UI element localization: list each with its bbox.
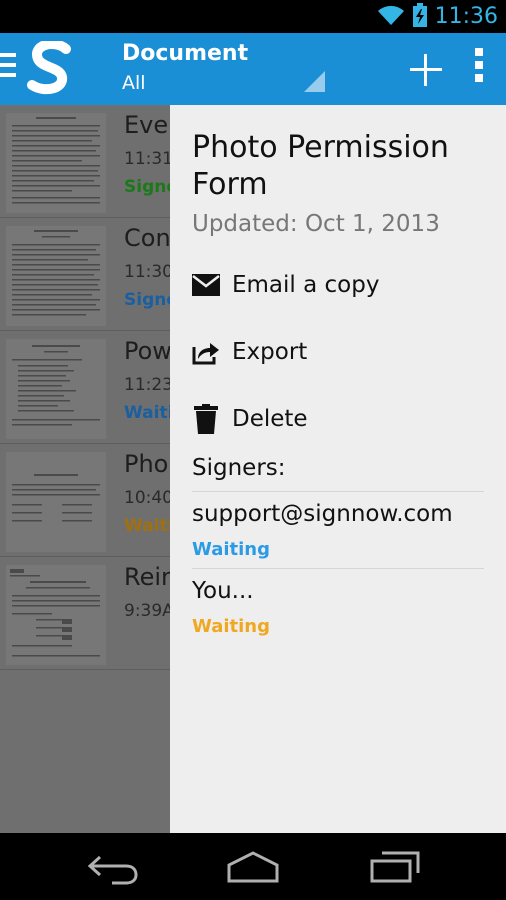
screen-title[interactable]: Document <box>122 41 248 66</box>
list-item[interactable]: Con 11:30 Signe <box>0 218 170 331</box>
document-time: 9:39A <box>124 601 170 621</box>
status-icons: 11:36 <box>377 0 498 33</box>
document-list: Even 11:31 Signe Con 11:30 Signe <box>0 105 170 833</box>
trash-icon <box>192 404 220 434</box>
document-thumbnail <box>6 452 106 552</box>
list-item[interactable]: Even 11:31 Signe <box>0 105 170 218</box>
email-copy-button[interactable]: Email a copy <box>192 265 379 305</box>
signnow-logo[interactable] <box>26 39 76 97</box>
document-thumbnail <box>6 339 106 439</box>
email-icon <box>192 271 220 299</box>
divider <box>192 568 484 569</box>
document-status: Waitin <box>124 516 170 536</box>
document-name: Pho <box>124 450 169 478</box>
delete-label: Delete <box>232 406 308 432</box>
status-time: 11:36 <box>434 4 498 29</box>
list-item[interactable]: Pow 11:23 Waitin <box>0 331 170 444</box>
document-title: Photo Permission Form <box>192 130 449 202</box>
list-item[interactable]: Rein 9:39A <box>0 557 170 670</box>
document-name: Rein <box>124 563 170 591</box>
signer-name: You... <box>192 578 254 604</box>
action-bar: Document All <box>0 33 506 105</box>
document-name: Even <box>124 111 170 139</box>
status-bar: 11:36 <box>0 0 506 33</box>
document-thumbnail <box>6 113 106 213</box>
export-button[interactable]: Export <box>192 332 307 372</box>
list-item[interactable]: Pho 10:40 Waitin <box>0 444 170 557</box>
signer-status: Waiting <box>192 616 271 637</box>
document-time: 10:40 <box>124 488 170 508</box>
filter-selection[interactable]: All <box>122 72 146 94</box>
battery-charging-icon <box>412 2 427 31</box>
document-name: Con <box>124 224 170 252</box>
document-status: Waitin <box>124 403 170 423</box>
add-icon[interactable] <box>404 48 448 92</box>
signers-heading: Signers: <box>192 455 286 481</box>
document-name: Pow <box>124 337 170 365</box>
signer-name: support@signnow.com <box>192 501 453 527</box>
document-time: 11:30 <box>124 262 170 282</box>
signer-status: Waiting <box>192 539 271 560</box>
menu-icon[interactable] <box>0 53 16 83</box>
overflow-menu-icon[interactable] <box>468 48 490 92</box>
export-label: Export <box>232 339 308 365</box>
updated-date: Updated: Oct 1, 2013 <box>192 211 440 237</box>
export-icon <box>192 338 220 366</box>
document-status: Signe <box>124 290 170 310</box>
email-copy-label: Email a copy <box>232 272 380 298</box>
home-icon[interactable] <box>226 847 280 887</box>
recent-apps-icon[interactable] <box>368 847 422 887</box>
document-time: 11:23 <box>124 375 170 395</box>
delete-button[interactable]: Delete <box>192 399 308 439</box>
document-status: Signe <box>124 177 170 197</box>
document-time: 11:31 <box>124 149 170 169</box>
document-details-panel: Photo Permission Form Updated: Oct 1, 20… <box>170 105 506 833</box>
back-icon[interactable] <box>86 847 140 887</box>
dropdown-indicator-icon[interactable] <box>304 71 325 92</box>
divider <box>192 491 484 492</box>
document-thumbnail <box>6 226 106 326</box>
navigation-bar <box>0 833 506 900</box>
wifi-icon <box>377 4 405 30</box>
document-thumbnail <box>6 565 106 665</box>
